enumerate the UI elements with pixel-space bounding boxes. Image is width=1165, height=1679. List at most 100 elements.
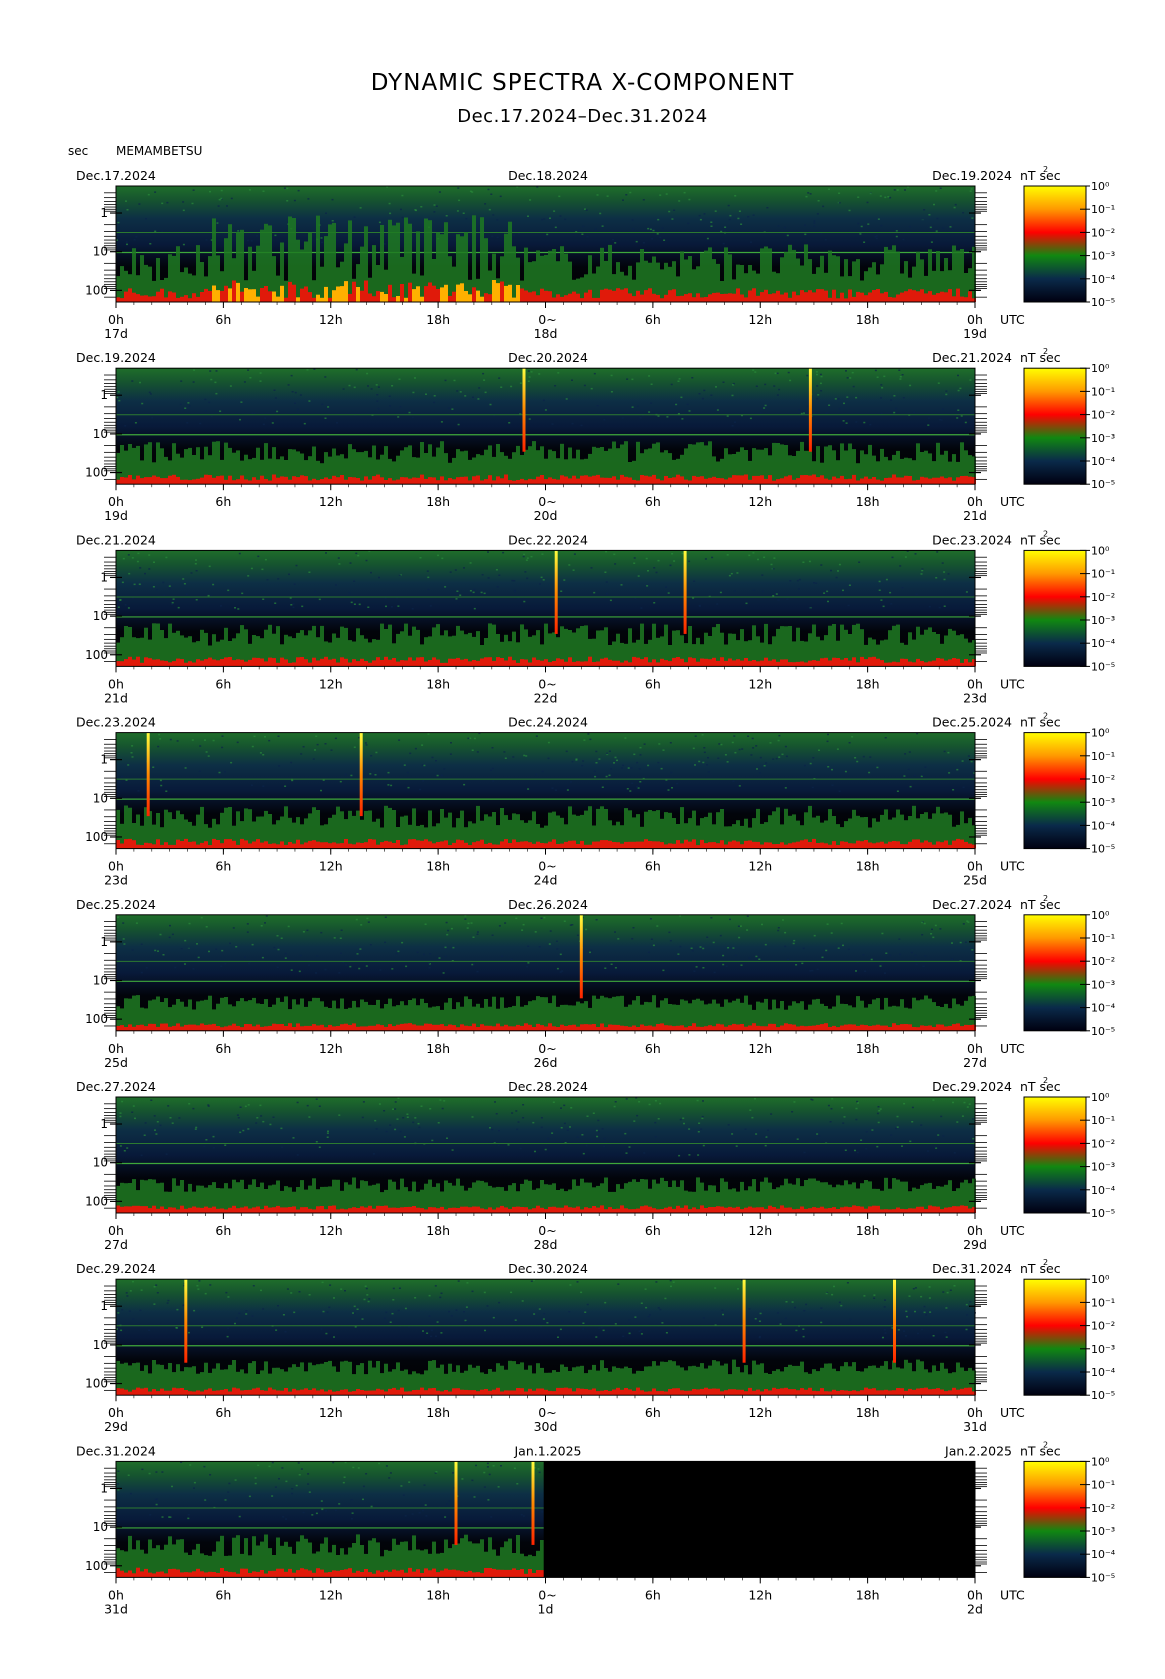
y-tick-label: 1: [100, 206, 108, 220]
noise-speck: [308, 964, 310, 966]
activity-bar: [708, 441, 712, 485]
activity-bar-hot: [500, 841, 504, 849]
noise-speck: [939, 928, 942, 930]
noise-speck: [871, 1129, 874, 1131]
activity-bar-hot: [428, 660, 432, 667]
activity-bar-hot: [820, 658, 824, 667]
x-tick-label: 6h: [215, 1041, 231, 1056]
noise-speck: [447, 929, 450, 932]
noise-speck: [194, 563, 197, 565]
activity-bar-hot: [700, 1205, 704, 1213]
activity-bar-hot: [592, 1024, 596, 1031]
activity-bar-hot: [160, 1023, 164, 1031]
activity-bar-hot: [148, 296, 152, 302]
activity-bar-hot: [968, 476, 972, 485]
activity-bar-hot: [268, 480, 272, 485]
activity-bar-hot: [668, 1206, 672, 1213]
activity-bar-hot: [140, 478, 144, 485]
activity-bar: [492, 624, 496, 667]
noise-speck: [846, 377, 849, 379]
noise-speck: [150, 1099, 153, 1101]
noise-speck: [306, 929, 309, 932]
noise-speck: [827, 766, 830, 768]
activity-bar-hot: [616, 1208, 620, 1213]
activity-bar-hot: [184, 662, 188, 667]
noise-speck: [860, 1139, 863, 1141]
panel-mid-date: Dec.28.2024: [508, 1079, 588, 1094]
noise-speck: [262, 190, 265, 192]
activity-bar: [620, 995, 624, 1031]
activity-bar: [296, 1187, 300, 1213]
spectrogram-panel: Dec.27.2024 Dec.28.2024 Dec.29.2024 nT sec2…: [76, 1076, 1116, 1252]
noise-speck: [804, 224, 806, 226]
noise-speck: [527, 215, 529, 217]
activity-bar-hot: [360, 290, 364, 302]
activity-bar-hot: [392, 658, 396, 667]
activity-bar-hot: [608, 1207, 612, 1213]
noise-speck: [647, 570, 649, 572]
noise-speck: [293, 199, 296, 202]
activity-bar-hot: [588, 476, 592, 485]
activity-bar-hot: [508, 843, 512, 849]
noise-speck: [497, 1144, 500, 1147]
activity-bar-hot: [712, 842, 716, 849]
noise-speck: [278, 765, 281, 767]
activity-bar-hot: [144, 477, 148, 485]
noise-speck: [184, 767, 187, 769]
activity-bar: [396, 222, 400, 302]
noise-speck: [513, 590, 516, 593]
activity-bar-hot: [888, 477, 892, 485]
noise-speck: [451, 1149, 454, 1151]
day-label: 19d: [963, 326, 987, 341]
noise-speck: [706, 936, 709, 938]
noise-speck: [438, 957, 441, 959]
activity-bar: [220, 997, 224, 1031]
noise-speck: [596, 194, 599, 196]
activity-bar-hot: [604, 288, 608, 302]
noise-speck: [953, 206, 956, 209]
noise-speck: [656, 925, 659, 927]
noise-speck: [374, 1119, 377, 1122]
activity-bar-hot: [220, 843, 224, 849]
activity-bar-hot: [516, 662, 520, 667]
activity-bar-hot: [448, 1207, 452, 1213]
activity-bar-hot: [236, 282, 240, 302]
activity-bar-hot: [344, 1209, 348, 1213]
activity-bar-hot: [960, 839, 964, 849]
noise-speck: [421, 744, 424, 746]
activity-bar-hot: [476, 841, 480, 849]
noise-speck: [364, 742, 367, 744]
panel-start-date: Dec.17.2024: [76, 168, 156, 183]
noise-speck: [622, 199, 624, 201]
noise-speck: [678, 200, 681, 202]
noise-speck: [138, 583, 141, 585]
activity-bar-hot: [588, 1024, 592, 1031]
noise-speck: [901, 587, 904, 589]
activity-bar-hot: [256, 296, 260, 302]
activity-bar: [788, 626, 792, 667]
activity-bar-hot: [256, 1206, 260, 1213]
activity-bar-hot: [944, 1207, 948, 1213]
activity-bar: [284, 996, 288, 1031]
activity-bar-hot: [868, 657, 872, 667]
activity-bar-hot: [544, 659, 548, 667]
noise-speck: [857, 222, 860, 225]
activity-bar-hot: [904, 1209, 908, 1213]
noise-speck: [375, 384, 378, 386]
noise-speck: [168, 936, 171, 939]
activity-bar-hot: [328, 1205, 332, 1213]
noise-speck: [732, 382, 735, 385]
noise-speck: [765, 1136, 768, 1138]
noise-speck: [659, 194, 662, 196]
activity-bar: [856, 996, 860, 1031]
activity-bar-hot: [584, 292, 588, 302]
noise-speck: [831, 784, 834, 786]
activity-bar-hot: [248, 843, 252, 849]
activity-bar-hot: [280, 657, 284, 667]
noise-speck: [153, 561, 155, 563]
noise-speck: [411, 416, 414, 419]
activity-bar-hot: [920, 289, 924, 302]
noise-speck: [666, 416, 669, 418]
activity-bar-hot: [292, 284, 296, 302]
activity-bar-hot: [900, 658, 904, 667]
